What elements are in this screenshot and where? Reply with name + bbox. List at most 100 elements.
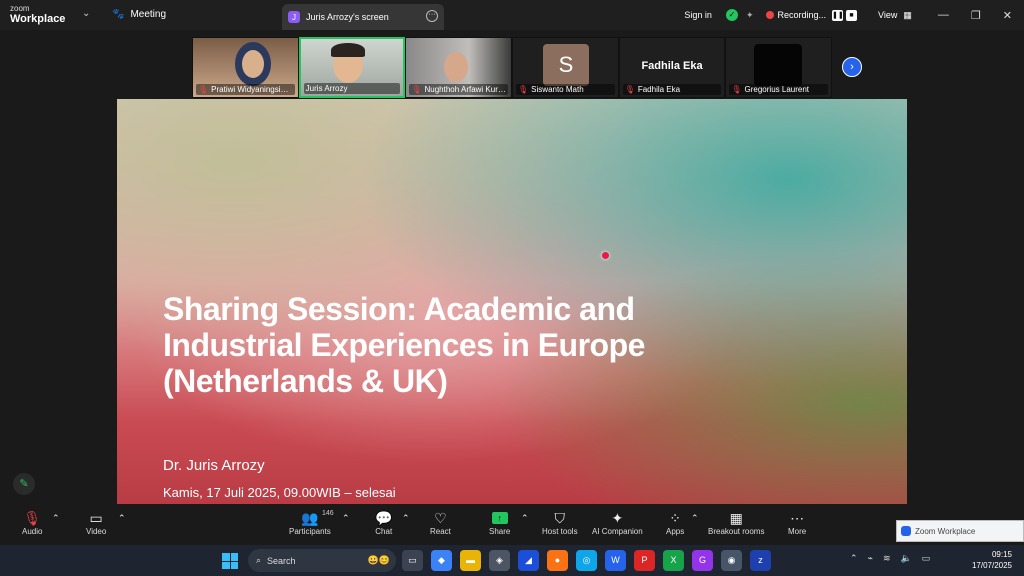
grid-view-icon[interactable]: ▦ [903, 10, 912, 21]
sign-in-button[interactable]: Sign in [684, 10, 712, 20]
participant-name: Fadhila Eka [637, 85, 681, 94]
more-options-icon[interactable]: ··· [426, 10, 438, 22]
apps-options-chevron-icon[interactable]: ⌃ [691, 509, 699, 527]
share-button[interactable]: ↑ Share [489, 509, 510, 536]
share-options-chevron-icon[interactable]: ⌃ [521, 509, 529, 527]
shared-screen-label: Juris Arrozy's screen [306, 12, 389, 22]
more-button[interactable]: ⋯ More [788, 509, 806, 536]
video-tile[interactable]: Fadhila Eka 🎙 Fadhila Eka [618, 37, 726, 98]
recording-icon [765, 11, 774, 19]
chevron-down-icon[interactable]: ⌄ [82, 8, 90, 19]
more-label: More [788, 527, 807, 536]
audio-button[interactable]: 🎙 Audio [22, 509, 42, 536]
pause-recording-button[interactable]: ❚❚ [832, 9, 844, 21]
taskbar-search[interactable]: ⌕ Search 😀😊 [248, 549, 396, 572]
shared-screen-tab[interactable]: J Juris Arrozy's screen ··· [282, 4, 444, 30]
close-icon[interactable]: ✕ [1003, 9, 1012, 22]
excel-icon[interactable]: X [663, 550, 684, 571]
participant-face [444, 52, 469, 82]
breakout-rooms-label: Breakout rooms [708, 527, 765, 536]
title-bar: zoom Workplace ⌄ 🐾 Meeting J Juris Arroz… [0, 0, 1024, 30]
breakout-rooms-icon: ▦ [729, 510, 743, 526]
video-tile[interactable]: S 🎙 Siswanto Math [512, 37, 619, 98]
file-explorer-icon[interactable]: ▬ [460, 550, 481, 571]
clock-date: 17/07/2025 [971, 561, 1012, 570]
people-icon: 👥 [301, 510, 319, 526]
restore-icon[interactable]: ❐ [971, 9, 981, 22]
chat-button[interactable]: 💬 Chat [375, 509, 392, 536]
clock-time: 09:15 [991, 550, 1012, 559]
audio-label: Audio [22, 527, 43, 536]
annotate-pen-icon[interactable]: ✎ [13, 473, 35, 495]
participant-name: Juris Arrozy [305, 84, 348, 93]
chat-options-chevron-icon[interactable]: ⌃ [402, 509, 410, 527]
network-icon[interactable]: ⌁ [868, 553, 873, 564]
mic-muted-icon: 🎙 [23, 510, 42, 526]
meeting-label: Meeting [130, 9, 167, 20]
view-button[interactable]: View [878, 10, 897, 20]
sparkle-icon[interactable]: ✦ [746, 10, 754, 21]
copilot-icon[interactable]: ◆ [431, 550, 452, 571]
react-label: React [430, 527, 451, 536]
emoji-decor-icon: 😀😊 [367, 555, 390, 565]
chevron-up-icon[interactable]: ⌃ [850, 553, 858, 564]
powerpoint-icon[interactable]: P [634, 550, 655, 571]
video-tile[interactable]: 🎙 Nughthoh Arfawi Kurd... [405, 37, 513, 98]
zoom-popup-label: Zoom Workplace [915, 526, 976, 536]
next-page-button[interactable]: › [842, 57, 862, 77]
word-icon[interactable]: W [605, 550, 626, 571]
breakout-rooms-button[interactable]: ▦ Breakout rooms [708, 509, 764, 536]
stop-recording-button[interactable]: ■ [846, 9, 858, 21]
participant-name: Nughthoh Arfawi Kurd... [424, 85, 509, 94]
edge-icon[interactable]: ◎ [576, 550, 597, 571]
video-button[interactable]: ▭ Video [86, 509, 106, 536]
sparkle-icon: ✦ [611, 510, 624, 526]
app-icon[interactable]: G [692, 550, 713, 571]
minimize-icon[interactable]: — [938, 9, 949, 22]
meeting-toolbar: 🎙 Audio ⌃ ▭ Video ⌃ 👥 Participants 146 ⌃… [0, 505, 1024, 545]
video-tile[interactable]: 🎙 Pratiwi Widyaningsih_... [192, 37, 299, 98]
mic-off-icon: 🎙 [198, 85, 209, 94]
wifi-icon[interactable]: ≋ [883, 553, 891, 564]
windows-start-icon[interactable] [222, 553, 238, 569]
presenter-avatar: J [288, 11, 300, 23]
battery-icon[interactable]: ▭ [922, 553, 931, 564]
video-options-chevron-icon[interactable]: ⌃ [118, 509, 126, 527]
shield-icon[interactable]: ✓ [725, 9, 738, 21]
store-icon[interactable]: ◢ [518, 550, 539, 571]
app-icon[interactable]: ◈ [489, 550, 510, 571]
task-view-icon[interactable]: ▭ [402, 550, 423, 571]
app-logo-small: zoom [10, 4, 30, 13]
participant-face [242, 50, 264, 78]
share-label: Share [489, 527, 511, 536]
app-logo: Workplace [10, 13, 66, 25]
volume-icon[interactable]: 🔈 [901, 553, 912, 564]
taskbar-clock[interactable]: 09:15 17/07/2025 [972, 549, 1012, 571]
zoom-workplace-popup[interactable]: Zoom Workplace [896, 520, 1024, 542]
share-screen-icon: ↑ [491, 512, 508, 524]
video-tile[interactable]: 🎙 Gregorius Laurent [725, 37, 833, 98]
video-strip: 🎙 Pratiwi Widyaningsih_... Juris Arrozy 🎙… [192, 37, 833, 98]
participant-hair [330, 43, 365, 57]
camera-icon[interactable]: ◉ [721, 550, 742, 571]
participant-name-placeholder: Fadhila Eka [641, 60, 703, 72]
react-button[interactable]: ♡ React [430, 509, 451, 536]
slide-presenter: Dr. Juris Arrozy [163, 457, 265, 474]
firefox-icon[interactable]: ● [547, 550, 568, 571]
shared-slide: Sharing Session: Academic and Industrial… [117, 99, 907, 504]
participant-count: 146 [322, 510, 334, 517]
participants-options-chevron-icon[interactable]: ⌃ [342, 509, 350, 527]
audio-options-chevron-icon[interactable]: ⌃ [52, 509, 60, 527]
video-tile-active-speaker[interactable]: Juris Arrozy [298, 37, 406, 98]
apps-button[interactable]: ⁘ Apps [666, 509, 684, 536]
system-tray: ⌃ ⌁ ≋ 🔈 ▭ [850, 553, 930, 564]
recording-status: Recording... [777, 10, 827, 20]
zoom-taskbar-icon[interactable]: z [750, 550, 771, 571]
paw-icon: 🐾 [112, 9, 125, 20]
video-label: Video [86, 527, 107, 536]
ai-companion-button[interactable]: ✦ AI Companion [592, 509, 643, 536]
host-tools-button[interactable]: ⛉ Host tools [542, 509, 578, 536]
meeting-tab[interactable]: 🐾 Meeting [112, 9, 166, 20]
mic-off-icon: 🎙 [411, 85, 422, 94]
windows-taskbar: ⌕ Search 😀😊 ▭ ◆ ▬ ◈ ◢ ● ◎ W P X G ◉ z ⌃ … [0, 545, 1024, 576]
